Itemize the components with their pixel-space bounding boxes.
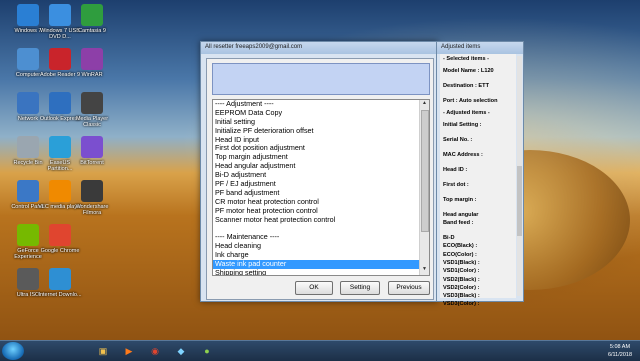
window-title: All resetter freeaps2009@gmail.com — [205, 44, 303, 50]
adjusted-item-row: ECO(Black) : — [443, 243, 478, 250]
adjusted-items-window: Adjusted items - Selected items - Model N… — [436, 41, 524, 307]
adjusted-item-row: Port : Auto selection — [443, 98, 498, 104]
desktop-icon[interactable]: Google Chrome — [38, 224, 82, 254]
desktop-app-icon — [17, 92, 39, 114]
desktop-app-icon — [17, 224, 39, 246]
desktop-app-icon — [81, 136, 103, 158]
adjusted-item-row: Bi-D — [443, 235, 455, 241]
desktop-icon-label: BitTorrent — [80, 160, 104, 166]
desktop-icon-label: Camtasia 9 — [78, 28, 106, 34]
desktop-icon-label: WinRAR — [81, 72, 103, 78]
adjusted-item-row: VSD1(Color) : — [443, 268, 480, 275]
adjusted-item-row: Head angular — [443, 212, 479, 218]
adjusted-item-row: Top margin : — [443, 197, 477, 203]
adjusted-item-row: First dot : — [443, 182, 469, 188]
setting-button[interactable]: Setting — [340, 281, 380, 295]
desktop-icon[interactable]: BitTorrent — [70, 136, 114, 166]
resetter-panel: ---- Adjustment ---- EEPROM Data Copy Init… — [206, 58, 434, 300]
desktop-icon[interactable]: Camtasia 9 — [70, 4, 114, 34]
adjusted-item-row: Head ID : — [443, 167, 468, 173]
desktop-app-icon — [49, 92, 71, 114]
scroll-thumb[interactable] — [421, 110, 429, 232]
list-item[interactable]: Shipping setting — [213, 268, 419, 275]
resetter-window: All resetter freeaps2009@gmail.com ---- … — [200, 41, 438, 302]
desktop-icon-label: Wondershare Filmora — [75, 204, 109, 216]
desktop-icon[interactable]: Internet Downlo... — [38, 268, 82, 298]
system-clock[interactable]: 5:08 AM 6/11/2018 — [608, 343, 632, 359]
adjusted-item-row: MAC Address : — [443, 152, 483, 158]
desktop-app-icon — [17, 136, 39, 158]
adjusted-item-row: VSD2(Black) : — [443, 276, 480, 283]
scroll-up-icon[interactable]: ▲ — [420, 100, 429, 108]
desktop-icon-label: Internet Downlo... — [38, 292, 82, 298]
desktop-app-icon — [49, 48, 71, 70]
list-item[interactable]: Scanner motor heat protection control — [213, 215, 419, 225]
filmora-icon[interactable]: ◆ — [170, 343, 192, 359]
adjusted-item-row: - Adjusted items - — [443, 110, 490, 116]
desktop-app-icon — [17, 48, 39, 70]
scroll-down-icon[interactable]: ▼ — [420, 266, 429, 274]
chrome-icon[interactable]: ◉ — [144, 343, 166, 359]
adjusted-item-row: ECO(Color) : — [443, 251, 477, 258]
desktop-app-icon — [81, 4, 103, 26]
desktop-app-icon — [49, 224, 71, 246]
explorer-icon[interactable]: ▣ — [92, 343, 114, 359]
resetter-titlebar[interactable]: All resetter freeaps2009@gmail.com — [201, 42, 437, 54]
adjusted-item-row: Band feed : — [443, 220, 474, 226]
adjusted-item-row: Destination : ETT — [443, 83, 489, 89]
clock-time: 5:08 AM — [609, 344, 631, 350]
desktop-app-icon — [81, 48, 103, 70]
adjusted-item-row: - Selected items - — [443, 56, 490, 62]
desktop-app-icon — [49, 136, 71, 158]
ok-button[interactable]: OK — [295, 281, 333, 295]
adjusted-item-row: Initial Setting : — [443, 122, 482, 128]
adjusted-scrollbar[interactable] — [517, 56, 522, 296]
adjusted-scroll-thumb[interactable] — [517, 166, 522, 236]
adjusted-item-row: Model Name : L120 — [443, 68, 494, 74]
desktop-icon[interactable]: Wondershare Filmora — [70, 180, 114, 216]
function-list-items: ---- Adjustment ---- EEPROM Data Copy Init… — [213, 100, 419, 275]
adjusted-title: Adjusted items — [441, 44, 481, 50]
info-box — [212, 63, 430, 95]
desktop-icon-label: Google Chrome — [40, 248, 80, 254]
taskbar: ▣ ▶ ◉ ◆ ● 5:08 AM 6/11/2018 — [0, 340, 640, 361]
function-list[interactable]: ---- Adjustment ---- EEPROM Data Copy Init… — [212, 99, 430, 276]
previous-button[interactable]: Previous — [388, 281, 430, 295]
desktop-app-icon — [81, 92, 103, 114]
desktop-app-icon — [81, 180, 103, 202]
clock-date: 6/11/2018 — [607, 352, 632, 358]
desktop-app-icon — [49, 180, 71, 202]
desktop-app-icon — [17, 268, 39, 290]
adjusted-item-row: VSD1(Black) : — [443, 259, 480, 266]
adjusted-items-panel: - Selected items - Model Name : L120 Desti… — [440, 54, 516, 307]
desktop-app-icon — [17, 180, 39, 202]
desktop-app-icon — [49, 268, 71, 290]
start-button[interactable] — [2, 342, 24, 360]
desktop-icon-label: Media Player Classic — [75, 116, 109, 128]
adjusted-item-row: Serial No. : — [443, 137, 473, 143]
media-player-icon[interactable]: ▶ — [118, 343, 140, 359]
adjusted-item-row: VSD3(Color) : — [443, 301, 480, 308]
desktop-icon[interactable]: WinRAR — [70, 48, 114, 78]
desktop-app-icon — [49, 4, 71, 26]
adjusted-item-row: VSD2(Color) : — [443, 284, 480, 291]
desktop-icon[interactable]: Media Player Classic — [70, 92, 114, 128]
adjusted-titlebar[interactable]: Adjusted items — [437, 42, 523, 54]
resetter-icon[interactable]: ● — [196, 343, 218, 359]
list-scrollbar[interactable]: ▲ ▼ — [419, 100, 429, 275]
adjusted-item-row: VSD3(Black) : — [443, 293, 480, 300]
desktop-app-icon — [17, 4, 39, 26]
